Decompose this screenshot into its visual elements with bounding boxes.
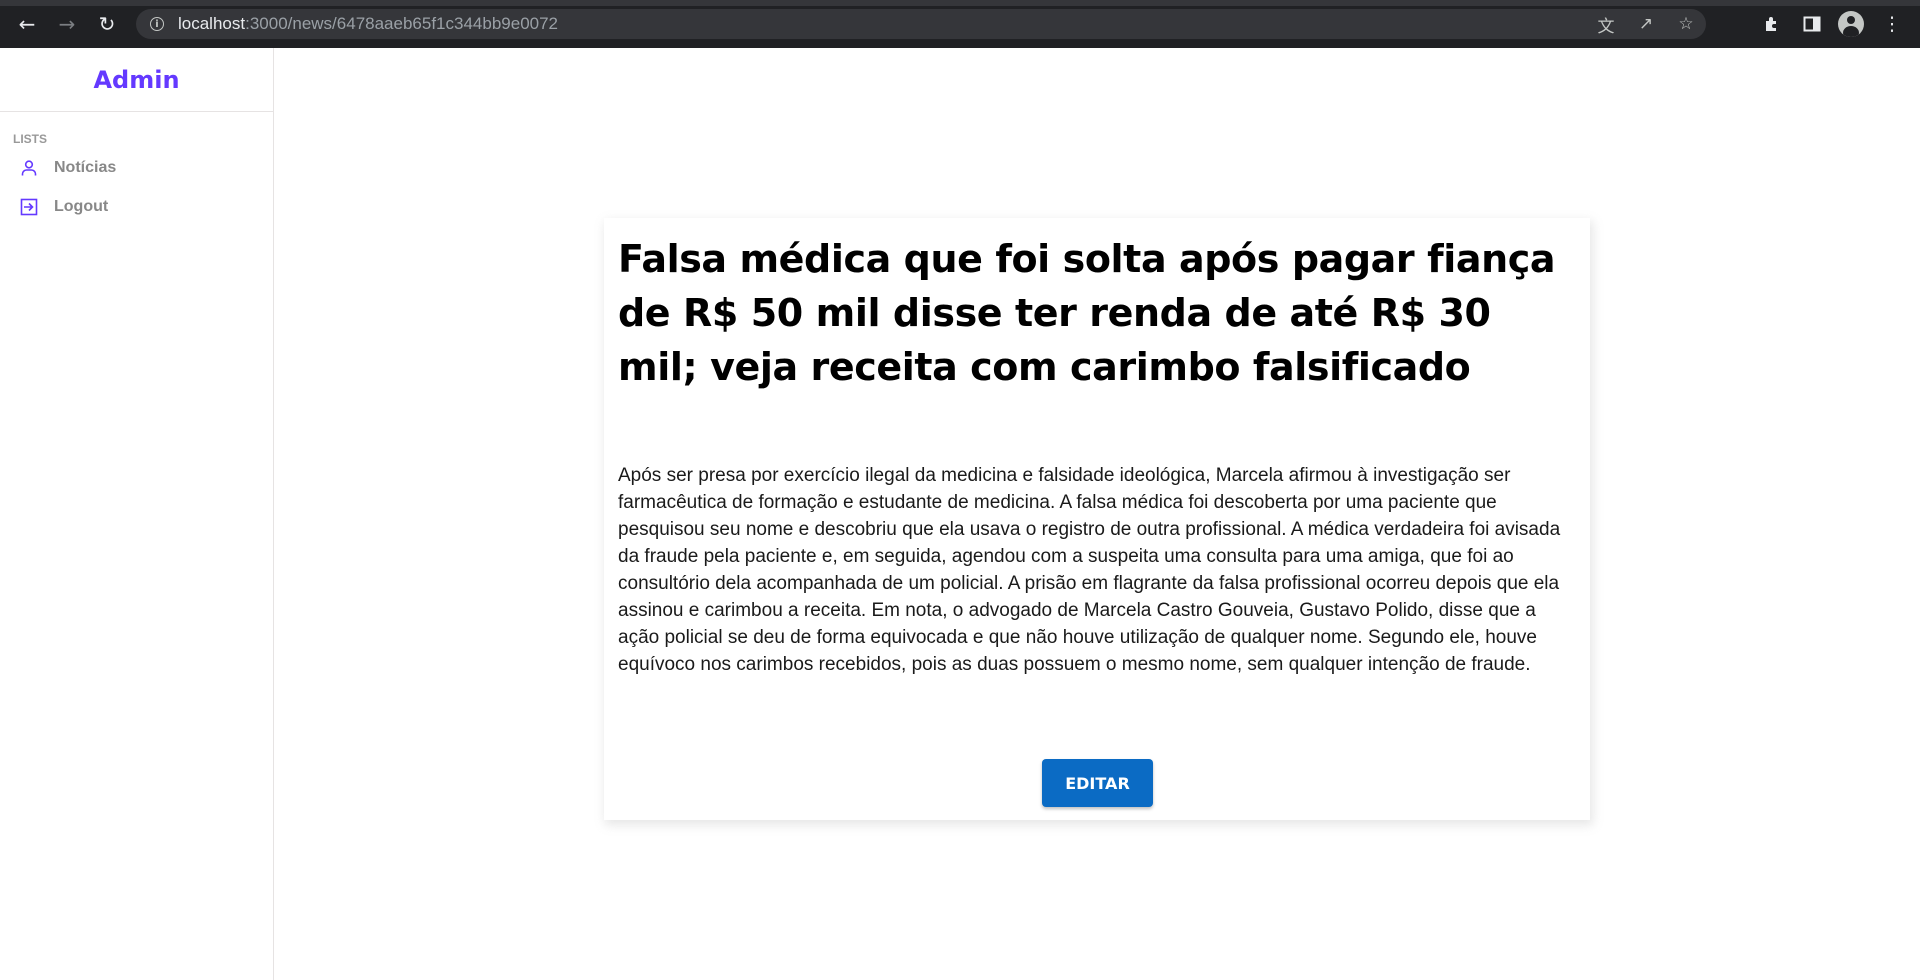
sidebar-item-label: Notícias [54,158,117,176]
sidebar-item-noticias[interactable]: Notícias [0,150,273,185]
logout-icon [19,197,39,217]
tab-strip-edge [0,0,1920,6]
translate-icon[interactable]: 文 [1596,12,1616,37]
reload-icon[interactable]: ↻ [93,10,121,38]
news-card: Falsa médica que foi solta após pagar fi… [604,218,1590,820]
sidebar-logo-area: Admin [0,48,273,112]
avatar-body [1843,26,1859,37]
bookmark-star-icon[interactable]: ☆ [1676,14,1696,34]
site-info-icon[interactable]: i [150,17,164,31]
user-icon [19,158,39,178]
profile-avatar-icon[interactable] [1838,11,1864,37]
logo[interactable]: Admin [93,66,179,94]
sidebar-item-label: Logout [54,197,109,215]
url-host: localhost [178,14,246,33]
back-arrow-icon[interactable]: ← [13,10,41,38]
sidebar-section-title: LISTS [13,132,48,146]
sidebar: Admin LISTS Notícias Logout [0,48,274,980]
news-title: Falsa médica que foi solta após pagar fi… [618,237,1556,389]
forward-arrow-icon[interactable]: → [53,10,81,38]
share-icon[interactable]: ↗ [1636,14,1656,34]
url-text[interactable]: localhost:3000/news/6478aaeb65f1c344bb9e… [178,14,558,34]
url-path: :3000/news/6478aaeb65f1c344bb9e0072 [245,14,559,33]
more-menu-icon[interactable]: ⋮ [1880,12,1904,36]
sidebar-item-logout[interactable]: Logout [0,189,273,224]
address-bar-actions: 文 ↗ ☆ [1596,9,1696,39]
address-bar[interactable]: i localhost:3000/news/6478aaeb65f1c344bb… [136,9,1706,39]
extensions-puzzle-icon[interactable] [1760,12,1784,36]
edit-button[interactable]: EDITAR [1042,759,1153,807]
browser-toolbar: ← → ↻ i localhost:3000/news/6478aaeb65f1… [0,0,1920,48]
side-panel-icon[interactable] [1800,12,1824,36]
news-content: Após ser presa por exercício ilegal da m… [618,465,1561,675]
avatar-head [1847,16,1855,24]
